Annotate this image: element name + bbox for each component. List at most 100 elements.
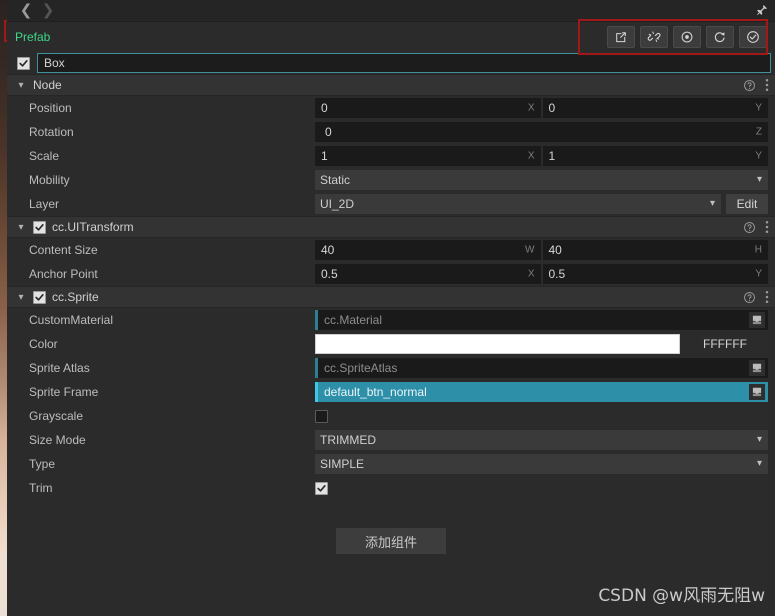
axis-label: Y <box>755 150 762 162</box>
locate-prefab-button[interactable] <box>673 26 701 48</box>
dropdown-select[interactable]: UI_2D ▾ <box>315 194 721 214</box>
property-label: Anchor Point <box>29 267 98 281</box>
property-fields: 0Z <box>315 122 775 142</box>
help-circle-icon[interactable] <box>743 291 756 304</box>
pushpin-icon[interactable] <box>755 4 768 17</box>
axis-label: X <box>527 268 535 280</box>
number-input-y[interactable]: 1Y <box>542 146 768 166</box>
prefab-label: Prefab <box>15 30 51 44</box>
section-rows: CustomMaterial cc.Material Color FFFFFF Spri… <box>7 308 775 500</box>
watermark-text: CSDN @w风雨无阻w <box>598 586 765 606</box>
asset-value: cc.Material <box>324 313 383 327</box>
property-row: Size Mode TRIMMED ▾ <box>7 428 775 452</box>
dropdown-value: TRIMMED <box>320 433 376 447</box>
number-input-x[interactable]: 1X <box>315 146 541 166</box>
number-value: 0 <box>321 101 328 115</box>
number-input-h[interactable]: 40 H <box>542 240 768 260</box>
node-name-input[interactable]: Box <box>37 53 771 73</box>
property-row: Rotation 0 Z <box>7 120 775 144</box>
chevron-down-icon: ▾ <box>756 434 762 445</box>
asset-picker-icon[interactable] <box>749 360 765 376</box>
section-header[interactable]: ▾ Node <box>7 74 775 96</box>
axis-label: H <box>754 244 762 256</box>
number-value: 40 <box>321 243 335 257</box>
chevron-down-icon[interactable]: ▾ <box>15 292 27 303</box>
chevron-down-icon: ▾ <box>756 174 762 185</box>
property-fields: Static ▾ <box>315 170 775 190</box>
property-row: CustomMaterial cc.Material <box>7 308 775 332</box>
kebab-menu-icon[interactable] <box>765 220 769 234</box>
dropdown-value: SIMPLE <box>320 457 365 471</box>
asset-field[interactable]: default_btn_normal <box>315 382 768 402</box>
property-fields <box>315 481 775 495</box>
checkbox-field <box>315 409 328 423</box>
chevron-down-icon[interactable]: ▾ <box>15 80 27 91</box>
property-label: Layer <box>29 197 60 211</box>
property-fields: SIMPLE ▾ <box>315 454 775 474</box>
number-value: 0 <box>325 125 332 139</box>
property-row: Scale 1 X 1 Y <box>7 144 775 168</box>
apply-prefab-button[interactable] <box>739 26 767 48</box>
asset-field[interactable]: cc.SpriteAtlas <box>315 358 768 378</box>
dropdown-value: UI_2D <box>320 197 355 211</box>
desktop-wallpaper-sliver <box>0 0 7 616</box>
dropdown-select[interactable]: Static ▾ <box>315 170 768 190</box>
edit-prefab-button[interactable] <box>607 26 635 48</box>
number-input-y[interactable]: 0.5 Y <box>542 264 768 284</box>
number-input-z[interactable]: 0Z <box>315 122 768 142</box>
property-row: Grayscale <box>7 404 775 428</box>
property-fields: cc.SpriteAtlas <box>315 358 775 378</box>
chevron-down-icon: ▾ <box>709 198 715 209</box>
color-swatch[interactable] <box>315 334 680 354</box>
property-checkbox[interactable] <box>315 409 328 423</box>
asset-field[interactable]: cc.Material <box>315 310 768 330</box>
add-component-button[interactable]: 添加组件 <box>336 528 446 554</box>
revert-prefab-button[interactable] <box>706 26 734 48</box>
kebab-menu-icon[interactable] <box>765 78 769 92</box>
color-hex-input[interactable]: FFFFFF <box>682 334 768 354</box>
dropdown-value: Static <box>320 173 351 187</box>
axis-label: Z <box>755 126 762 138</box>
asset-picker-icon[interactable] <box>749 384 765 400</box>
kebab-menu-icon[interactable] <box>765 290 769 304</box>
property-label: Trim <box>29 481 53 495</box>
navigation-bar: ❮ ❯ <box>7 0 775 22</box>
property-row: Trim <box>7 476 775 500</box>
number-input-y[interactable]: 0Y <box>542 98 768 118</box>
help-circle-icon[interactable] <box>743 79 756 92</box>
asset-value: default_btn_normal <box>324 385 427 399</box>
component-enabled-checkbox[interactable] <box>33 290 46 304</box>
help-circle-icon[interactable] <box>743 221 756 234</box>
property-label: Sprite Atlas <box>29 361 90 375</box>
chevron-down-icon[interactable]: ▾ <box>15 222 27 233</box>
property-label: Sprite Frame <box>29 385 99 399</box>
number-input-x[interactable]: 0.5 X <box>315 264 541 284</box>
dropdown-select[interactable]: TRIMMED ▾ <box>315 430 768 450</box>
node-enabled-checkbox[interactable] <box>17 56 30 70</box>
dropdown-select[interactable]: SIMPLE ▾ <box>315 454 768 474</box>
number-input-w[interactable]: 40 W <box>315 240 541 260</box>
section-title: cc.Sprite <box>52 290 99 304</box>
property-fields: 1X1Y <box>315 146 775 166</box>
section-header[interactable]: ▾ cc.Sprite <box>7 286 775 308</box>
inspector-panel: ❮ ❯ Prefab Box ▾ Node Position 0 X 0 Y R… <box>0 0 775 616</box>
asset-picker-icon[interactable] <box>749 312 765 328</box>
chevron-right-icon[interactable]: ❯ <box>37 1 59 21</box>
number-input-x[interactable]: 0X <box>315 98 541 118</box>
property-fields: FFFFFF <box>315 334 775 354</box>
unlink-prefab-button[interactable] <box>640 26 668 48</box>
property-row: Sprite Atlas cc.SpriteAtlas <box>7 356 775 380</box>
property-row: Position 0 X 0 Y <box>7 96 775 120</box>
number-value: 0.5 <box>548 267 566 281</box>
edit-layer-button[interactable]: Edit <box>726 194 768 214</box>
asset-value: cc.SpriteAtlas <box>324 361 398 375</box>
component-enabled-checkbox[interactable] <box>33 220 46 234</box>
property-label: Scale <box>29 149 60 163</box>
section-title: cc.UITransform <box>52 220 134 234</box>
property-label: Size Mode <box>29 433 86 447</box>
section-header[interactable]: ▾ cc.UITransform <box>7 216 775 238</box>
chevron-left-icon[interactable]: ❮ <box>15 1 37 21</box>
property-fields: UI_2D ▾ Edit <box>315 194 775 214</box>
property-label: Color <box>29 337 58 351</box>
property-checkbox[interactable] <box>315 481 328 495</box>
